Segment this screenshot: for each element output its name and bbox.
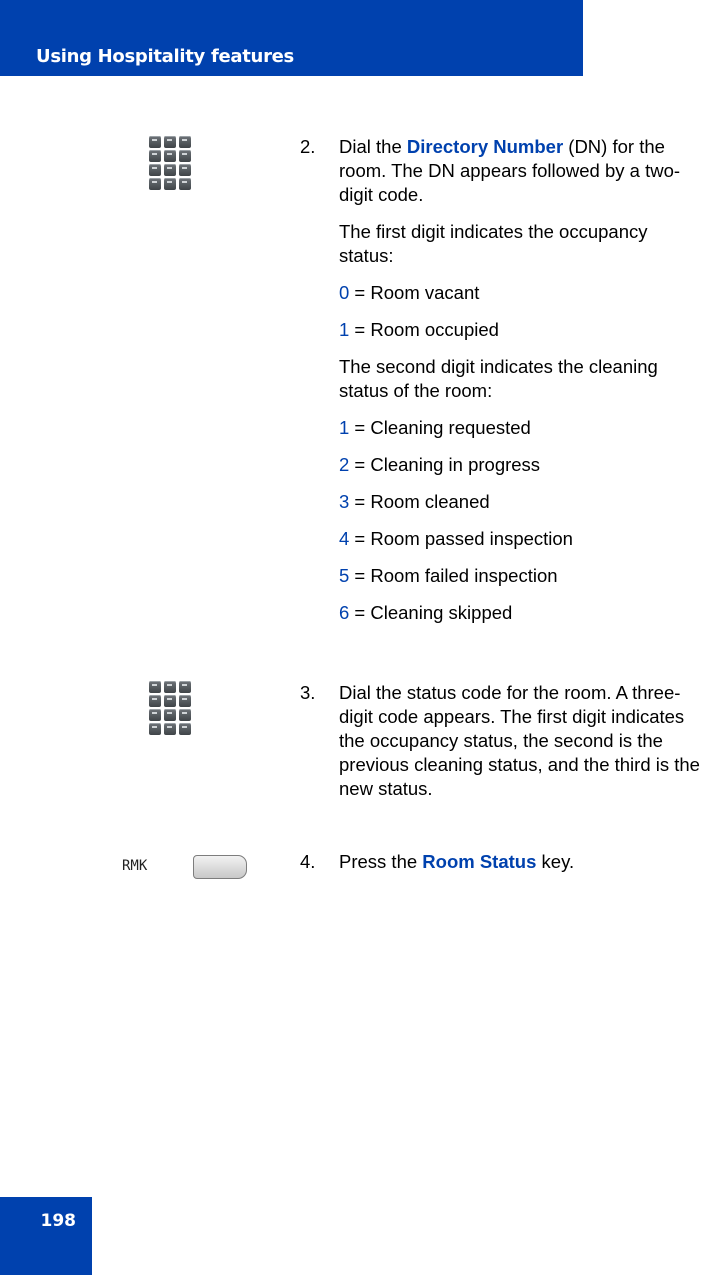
step-4: 4. Press the Room Status key. xyxy=(300,850,704,874)
softkey-label: RMK xyxy=(122,858,148,874)
room-status-softkey-button[interactable] xyxy=(193,855,247,879)
step-3: 3. Dial the status code for the room. A … xyxy=(300,681,704,801)
cleaning-code-item: 1 = Cleaning requested xyxy=(339,417,531,438)
keypad-icon xyxy=(149,136,191,192)
step-number: 3. xyxy=(300,682,316,703)
step-4-text: Press the Room Status key. xyxy=(339,851,575,872)
header-bar: Using Hospitality features xyxy=(0,0,583,76)
occupancy-description: The first digit indicates the occupancy … xyxy=(339,221,648,266)
cleaning-code-item: 6 = Cleaning skipped xyxy=(339,602,513,623)
cleaning-code-item: 2 = Cleaning in progress xyxy=(339,454,541,475)
page-number: 198 xyxy=(40,1211,77,1231)
step-number: 2. xyxy=(300,136,316,157)
room-status-term: Room Status xyxy=(422,851,537,872)
cleaning-code-item: 5 = Room failed inspection xyxy=(339,565,558,586)
step-2: 2. Dial the Directory Number (DN) for th… xyxy=(300,135,704,625)
step-number: 4. xyxy=(300,851,316,872)
step-2-intro: Dial the Directory Number (DN) for the r… xyxy=(339,136,681,205)
occupancy-code-item: 1 = Room occupied xyxy=(339,319,499,340)
directory-number-term: Directory Number xyxy=(406,136,564,157)
section-title: Using Hospitality features xyxy=(36,46,294,67)
cleaning-description: The second digit indicates the cleaning … xyxy=(339,356,658,401)
cleaning-code-item: 3 = Room cleaned xyxy=(339,491,490,512)
occupancy-code-item: 0 = Room vacant xyxy=(339,282,480,303)
page-number-box: 198 xyxy=(0,1197,92,1275)
cleaning-code-item: 4 = Room passed inspection xyxy=(339,528,573,549)
keypad-icon xyxy=(149,681,191,737)
step-3-text: Dial the status code for the room. A thr… xyxy=(339,682,700,799)
